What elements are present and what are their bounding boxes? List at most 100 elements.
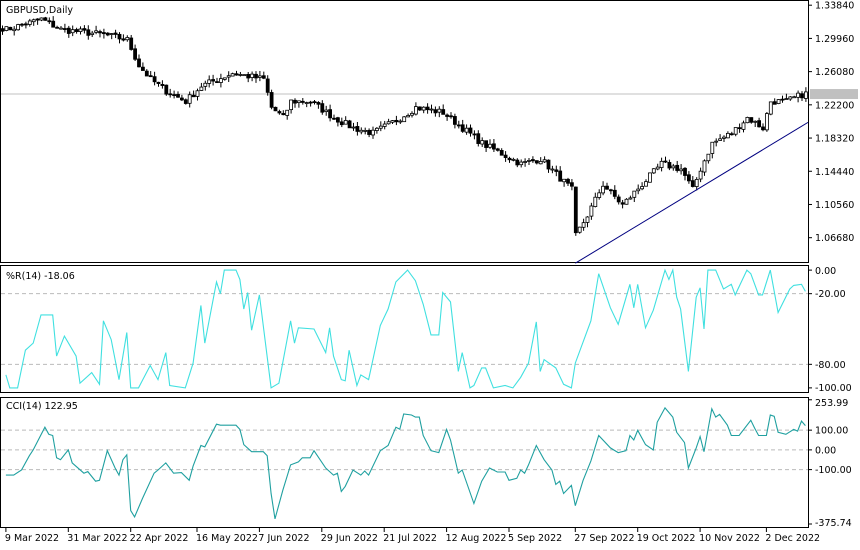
wpr-title: %R(14) -18.06 [6, 271, 75, 282]
candle-body [659, 160, 664, 168]
candle-body [316, 102, 321, 105]
candle-body [605, 185, 609, 190]
y-tick-label: 1.33840 [815, 1, 854, 12]
candle-body [121, 38, 126, 41]
candle-body [16, 24, 21, 31]
y-tick-label: 1.22200 [815, 100, 854, 111]
candle-body [663, 160, 668, 163]
candle-body [371, 129, 375, 136]
candle-body [491, 143, 496, 150]
candle-body [577, 226, 582, 233]
candle-body [390, 120, 395, 123]
candle-body [651, 168, 656, 174]
y-tick-label: -100.00 [815, 465, 852, 476]
candle-body [74, 29, 79, 32]
candle-body [281, 113, 286, 116]
candle-body [558, 170, 563, 182]
candle-body [749, 117, 754, 123]
candle [43, 16, 48, 21]
candle-body [328, 109, 333, 119]
candle-body [343, 120, 348, 125]
candle-body [4, 26, 9, 31]
candle-body [718, 138, 722, 141]
candle-body [698, 170, 703, 180]
candle-body [429, 108, 434, 111]
candle-body [437, 108, 442, 113]
candle [16, 23, 21, 31]
candle-body [109, 33, 114, 35]
candle-body [468, 127, 473, 134]
y-tick-label: 1.29960 [815, 34, 854, 45]
candle-body [113, 32, 118, 35]
candle-body [230, 73, 235, 77]
candle-body [86, 29, 91, 36]
candle-body [82, 28, 87, 31]
price-panel[interactable]: 1.33840 1.29960 1.26080 1.22200 1.18320 1.144… [0, 0, 859, 264]
candle-body [523, 161, 527, 163]
candle-body [531, 159, 535, 162]
candle [242, 74, 247, 77]
candle-body [137, 58, 141, 68]
candle-body [480, 140, 485, 145]
candle-body [265, 78, 270, 93]
x-tick-label: 19 Oct 2022 [637, 533, 696, 544]
candle-body [347, 120, 352, 129]
candle-body [203, 82, 208, 87]
candle-body [394, 119, 399, 123]
candle-body [378, 125, 383, 129]
candle [745, 116, 750, 124]
trading-chart[interactable]: 1.33840 1.29960 1.26080 1.22200 1.18320 1.144… [0, 0, 860, 550]
candle-body [105, 32, 110, 36]
candle-body [133, 48, 138, 60]
candle [624, 198, 629, 205]
candle-body [694, 179, 699, 187]
candle-body [335, 117, 340, 123]
y-tick-label: 100.00 [815, 426, 848, 437]
candle-body [737, 127, 742, 130]
candle [183, 98, 188, 105]
candle-body [23, 23, 28, 26]
candle-body [187, 94, 192, 104]
williams-r-panel[interactable]: 0.00 -20.00 -80.00 -100.00 [0, 265, 852, 395]
candle-body [215, 81, 219, 84]
candle [768, 101, 773, 116]
y-tick-label: 1.26080 [815, 67, 854, 78]
candle-body [254, 73, 258, 79]
candle-body [207, 79, 212, 84]
candle-body [768, 101, 773, 115]
candle [347, 119, 352, 129]
candle-body [47, 20, 52, 23]
candle [573, 186, 578, 236]
candle-body [581, 222, 586, 228]
candle-body [312, 101, 317, 104]
candle-body [757, 120, 761, 128]
candle-body [636, 188, 641, 192]
cci-panel[interactable]: 253.99 100.00 0.00 -100.00 -375.74 [0, 397, 852, 530]
candle-body [472, 133, 477, 136]
candle-body [612, 189, 617, 197]
candle-body [125, 37, 130, 41]
date-axis: 9 Mar 2022 31 Mar 2022 22 Apr 2022 16 May 2… [5, 527, 820, 544]
candle-body [609, 189, 613, 192]
candle-body [269, 92, 274, 108]
candle-body [507, 157, 512, 161]
candle-body [667, 162, 672, 169]
candle-body [70, 29, 75, 34]
candle-body [398, 120, 403, 123]
candle-body [542, 159, 547, 163]
candle-body [386, 121, 391, 125]
candle-body [152, 76, 157, 83]
candle-body [441, 109, 446, 115]
candle-body [195, 90, 200, 97]
candle-body [117, 33, 122, 40]
candle [4, 26, 9, 32]
candle-body [320, 103, 325, 113]
candle-body [51, 20, 56, 28]
candle-body [296, 100, 301, 104]
y-tick-label: 1.10560 [815, 200, 854, 211]
x-tick-label: 7 Jun 2022 [258, 533, 309, 544]
candle-body [160, 84, 165, 86]
candle-body [148, 75, 153, 78]
candle-body [55, 26, 59, 29]
candle-body [257, 75, 262, 78]
